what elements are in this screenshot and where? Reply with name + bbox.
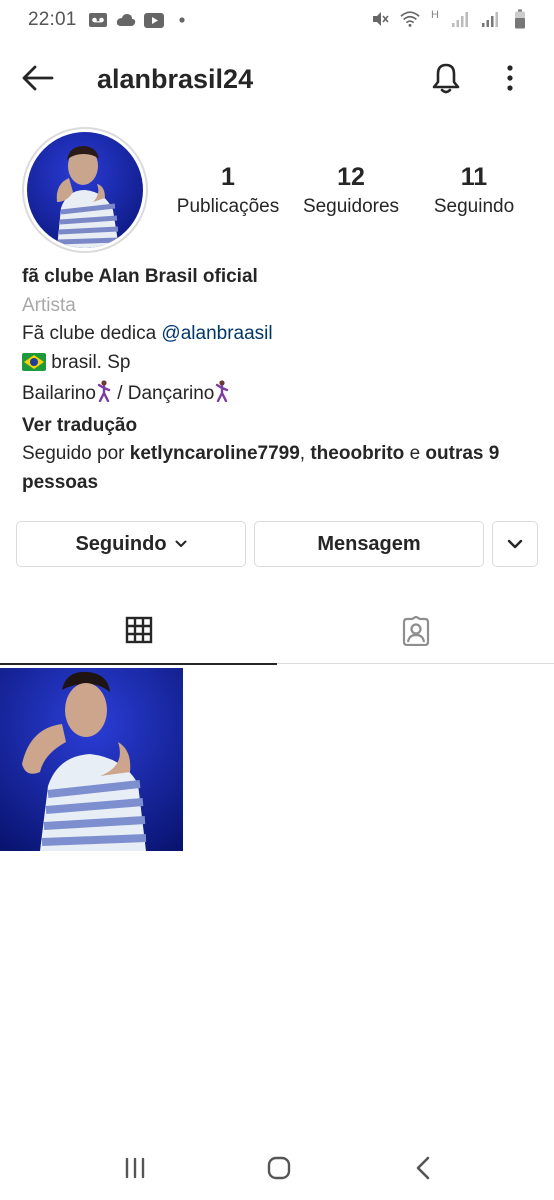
bio-location-text: brasil. Sp [46, 351, 131, 373]
suggested-accounts-button[interactable] [492, 521, 538, 567]
status-icons-right: H [370, 9, 530, 29]
chevron-left-icon [415, 1156, 431, 1185]
see-translation-link[interactable]: Ver tradução [22, 412, 537, 441]
profile-actions: Seguindo Mensagem [16, 521, 538, 567]
followed-by-prefix: Seguido por [22, 443, 130, 464]
stat-followers-label: Seguidores [302, 196, 400, 217]
followed-by-user-2: theoobrito [310, 443, 405, 464]
followed-by[interactable]: Seguido por ketlyncaroline7799, theoobri… [22, 440, 537, 497]
status-time: 22:01 [28, 9, 77, 30]
avatar-image [27, 132, 143, 248]
bio-profession-text-a: Bailarino [22, 383, 96, 404]
dancer-icon [214, 380, 230, 412]
recent-apps-button[interactable] [105, 1150, 165, 1190]
followed-by-user-1: ketlyncaroline7799 [129, 443, 300, 464]
dancer-icon [96, 380, 112, 412]
recent-apps-icon [124, 1157, 146, 1183]
bio-name: fã clube Alan Brasil oficial [22, 266, 258, 287]
stat-followers-count: 12 [337, 163, 365, 191]
bio-dedication-text: Fã clube dedica [22, 323, 162, 344]
bio-line-location: brasil. Sp [22, 349, 537, 381]
chevron-down-icon [175, 540, 187, 548]
stat-following-label: Seguindo [433, 196, 515, 217]
post-thumbnail[interactable] [0, 668, 183, 851]
message-button[interactable]: Mensagem [254, 521, 484, 567]
arrow-left-icon [22, 65, 54, 96]
voicemail-icon [88, 10, 108, 30]
stat-followers[interactable]: 12 Seguidores [286, 162, 416, 222]
profile-tabs [0, 602, 554, 665]
status-bar: 22:01 H [0, 0, 554, 40]
stat-posts-label: Publicações [176, 196, 280, 217]
following-button-label: Seguindo [75, 532, 167, 555]
home-button[interactable] [249, 1150, 309, 1190]
mute-icon [370, 9, 390, 29]
tab-posts-grid[interactable] [0, 602, 277, 665]
profile-bio: fã clube Alan Brasil oficial Artista Fã … [22, 263, 537, 497]
message-button-label: Mensagem [317, 532, 421, 555]
youtube-icon [144, 10, 164, 30]
followed-by-separator: , [299, 443, 311, 464]
chevron-down-icon [507, 539, 523, 549]
tagged-person-icon [401, 615, 431, 651]
cloud-icon [116, 10, 136, 30]
bio-profession-text-b: / Dançarino [111, 383, 215, 404]
battery-icon [510, 9, 530, 29]
bio-category: Artista [22, 294, 76, 316]
profile-username: alanbrasil24 [97, 64, 254, 94]
system-nav-bar [0, 1140, 554, 1200]
notification-dot-icon [172, 10, 192, 30]
signal-icon-2 [480, 9, 500, 29]
system-back-button[interactable] [393, 1150, 453, 1190]
brazil-flag-icon [22, 352, 46, 381]
wifi-icon [400, 9, 420, 29]
followed-by-and: e [404, 443, 426, 464]
following-button[interactable]: Seguindo [16, 521, 246, 567]
back-button[interactable] [18, 62, 58, 98]
bell-icon [431, 62, 461, 99]
stat-posts-count: 1 [221, 163, 235, 191]
bio-mention-link[interactable]: @alanbraasil [161, 323, 272, 344]
network-type-label: H [431, 9, 439, 21]
stat-following-count: 11 [460, 163, 488, 191]
status-icons-left [88, 10, 192, 30]
bio-line-dedication: Fã clube dedica @alanbraasil [22, 320, 537, 349]
app-bar: alanbrasil24 [0, 50, 554, 110]
grid-icon [125, 616, 153, 649]
tab-tagged[interactable] [277, 602, 554, 664]
stat-posts[interactable]: 1 Publicações [163, 162, 293, 222]
profile-avatar[interactable] [22, 127, 148, 253]
notifications-button[interactable] [426, 60, 466, 100]
signal-icon-1 [450, 9, 470, 29]
home-icon [267, 1156, 291, 1185]
stat-following[interactable]: 11 Seguindo [409, 162, 539, 222]
options-button[interactable] [494, 60, 526, 100]
more-vertical-icon [506, 64, 514, 96]
bio-line-profession: Bailarino / Dançarino [22, 380, 537, 412]
